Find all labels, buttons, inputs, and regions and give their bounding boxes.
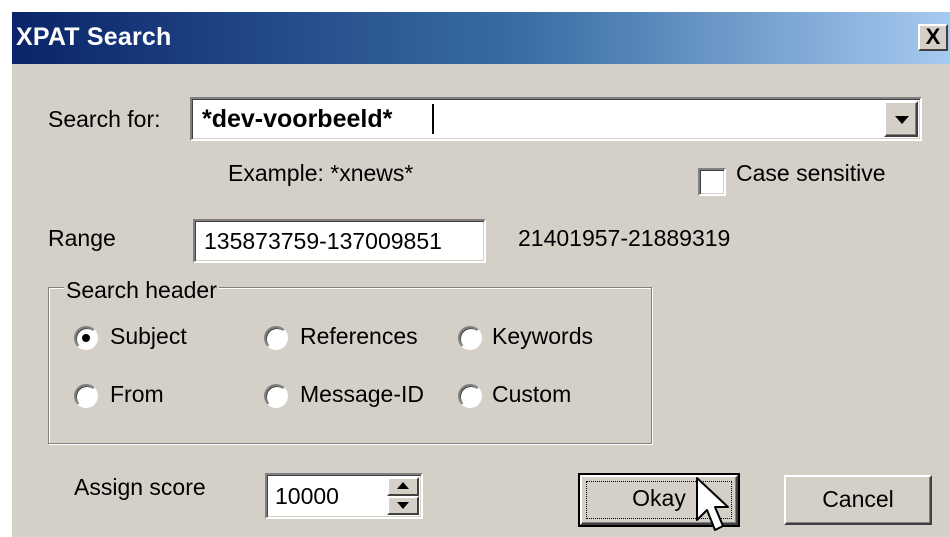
text-caret bbox=[432, 104, 434, 134]
radio-references[interactable] bbox=[264, 326, 288, 350]
radio-subject-label[interactable]: Subject bbox=[110, 323, 187, 350]
radio-custom[interactable] bbox=[458, 384, 482, 408]
spin-buttons bbox=[387, 477, 419, 515]
close-button[interactable]: X bbox=[918, 24, 948, 51]
cancel-button[interactable]: Cancel bbox=[784, 475, 932, 525]
search-combobox[interactable]: *dev-voorbeeld* bbox=[190, 97, 922, 141]
spin-down-button[interactable] bbox=[387, 496, 419, 515]
case-sensitive-label[interactable]: Case sensitive bbox=[736, 160, 886, 187]
search-input[interactable]: *dev-voorbeeld* bbox=[202, 105, 392, 134]
radio-selected-dot bbox=[82, 334, 90, 342]
case-sensitive-checkbox[interactable] bbox=[698, 168, 726, 196]
radio-custom-label[interactable]: Custom bbox=[492, 381, 571, 408]
spin-up-button[interactable] bbox=[387, 477, 419, 496]
range-field[interactable]: 135873759-137009851 bbox=[193, 219, 486, 263]
okay-button-label: Okay bbox=[632, 485, 686, 511]
range-value: 135873759-137009851 bbox=[204, 228, 442, 254]
score-value: 10000 bbox=[275, 483, 339, 509]
radio-from[interactable] bbox=[74, 384, 98, 408]
search-example-text: Example: *xnews* bbox=[228, 160, 414, 186]
window-title: XPAT Search bbox=[16, 23, 172, 51]
available-range-text: 21401957-21889319 bbox=[518, 225, 731, 251]
radio-subject[interactable] bbox=[74, 326, 98, 350]
assign-score-label: Assign score bbox=[74, 474, 206, 500]
radio-keywords-label[interactable]: Keywords bbox=[492, 323, 593, 350]
score-spinbox[interactable]: 10000 bbox=[265, 473, 423, 519]
search-header-group bbox=[48, 287, 652, 444]
search-header-legend: Search header bbox=[64, 277, 219, 304]
xpat-search-dialog: XPAT Search X Search for: *dev-voorbeeld… bbox=[10, 10, 950, 537]
spin-up-icon bbox=[397, 482, 409, 489]
radio-from-label[interactable]: From bbox=[110, 381, 164, 408]
search-for-label: Search for: bbox=[48, 106, 161, 132]
chevron-down-icon bbox=[895, 116, 909, 124]
title-bar[interactable]: XPAT Search X bbox=[12, 12, 950, 64]
radio-references-label[interactable]: References bbox=[300, 323, 418, 350]
range-label: Range bbox=[48, 225, 116, 251]
spin-down-icon bbox=[397, 502, 409, 509]
radio-message-id-label[interactable]: Message-ID bbox=[300, 381, 424, 408]
radio-keywords[interactable] bbox=[458, 326, 482, 350]
combo-dropdown-button[interactable] bbox=[884, 101, 918, 137]
mouse-pointer-icon bbox=[696, 477, 729, 531]
radio-message-id[interactable] bbox=[264, 384, 288, 408]
